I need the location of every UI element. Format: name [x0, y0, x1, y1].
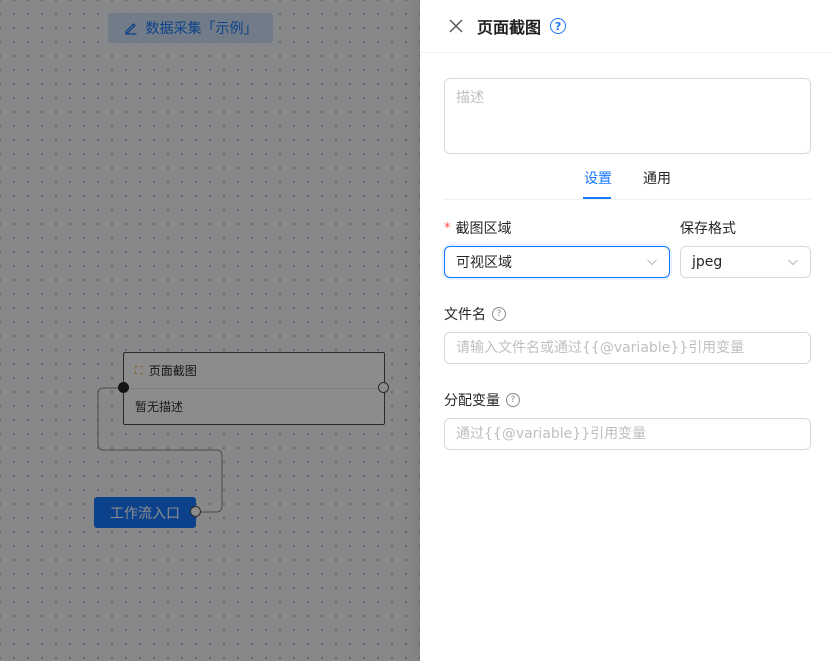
tab-ink-bar: [583, 197, 611, 199]
variable-label-text: 分配变量: [444, 393, 500, 409]
region-label-text: 截图区域: [455, 221, 512, 237]
region-select-value: 可视区域: [456, 255, 512, 271]
drawer-title: 页面截图: [477, 18, 542, 37]
format-select[interactable]: jpeg: [680, 246, 811, 278]
tab-general[interactable]: 通用: [643, 168, 671, 188]
filename-label-text: 文件名: [444, 307, 486, 323]
filename-label: 文件名 ?: [444, 304, 506, 324]
node-settings-drawer: 页面截图 ? 设置 通用 * 截图区域 可视区域 保存格式 jpeg 文件名 ?…: [420, 0, 832, 661]
variable-input[interactable]: [444, 418, 811, 450]
required-mark: *: [444, 220, 451, 236]
variable-label: 分配变量 ?: [444, 390, 520, 410]
chevron-down-icon: [788, 259, 798, 266]
tab-settings[interactable]: 设置: [584, 168, 612, 188]
help-icon[interactable]: ?: [550, 18, 567, 34]
chevron-down-icon: [647, 259, 657, 266]
format-select-value: jpeg: [692, 254, 723, 270]
question-icon[interactable]: ?: [506, 393, 520, 407]
settings-tabs: 设置 通用: [444, 160, 811, 200]
region-label: * 截图区域: [444, 218, 512, 238]
filename-input[interactable]: [444, 332, 811, 364]
format-label-text: 保存格式: [680, 221, 736, 237]
region-select[interactable]: 可视区域: [444, 246, 670, 278]
question-icon[interactable]: ?: [492, 307, 506, 321]
drawer-header: 页面截图 ?: [420, 0, 832, 53]
format-label: 保存格式: [680, 218, 736, 238]
description-input[interactable]: [444, 78, 811, 154]
close-icon[interactable]: [447, 17, 465, 35]
